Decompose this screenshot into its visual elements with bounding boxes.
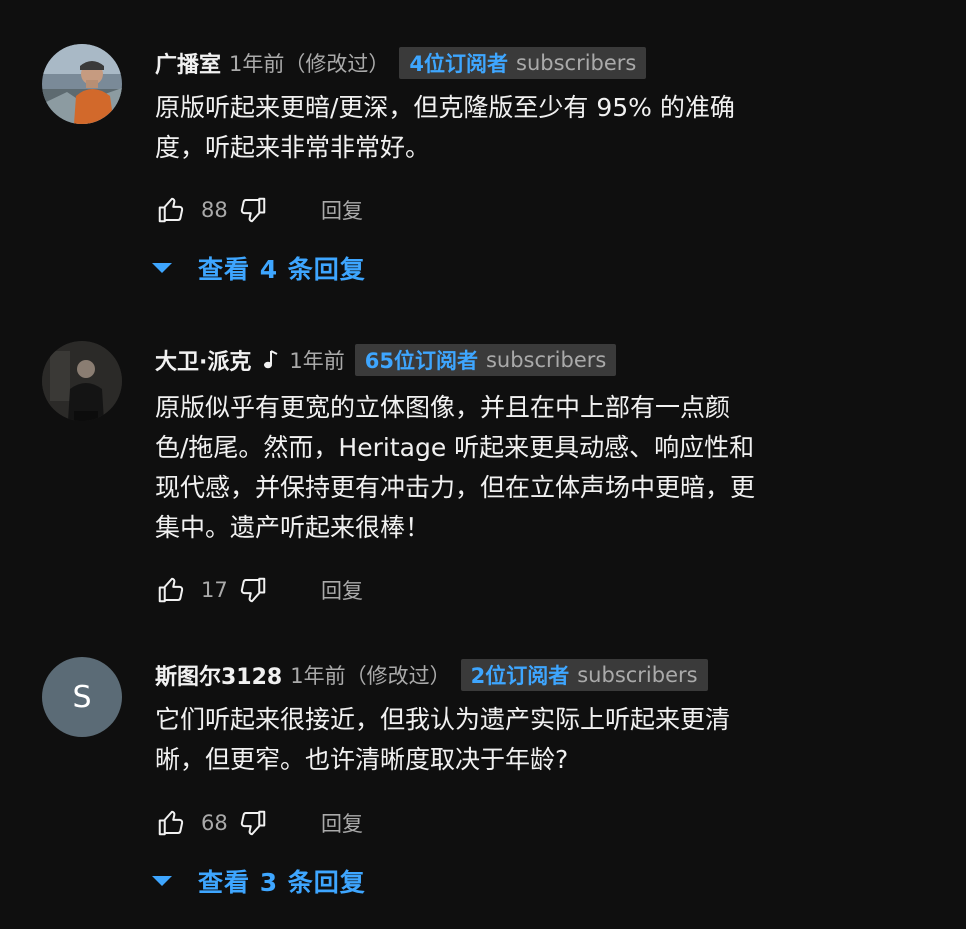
badge-count: 4位订阅者: [409, 52, 509, 76]
avatar[interactable]: S: [42, 657, 122, 737]
comment-text: 它们听起来很接近，但我认为遗产实际上听起来更清 晰，但更窄。也许清晰度取决于年龄…: [155, 705, 731, 774]
subscriber-badge: 4位订阅者 subscribers: [399, 47, 647, 79]
comment-header: 广播室 1年前（修改过） 4位订阅者 subscribers: [155, 46, 647, 80]
badge-unit: subscribers: [485, 348, 607, 372]
dislike-button[interactable]: [237, 807, 269, 839]
user-photo-avatar-icon: [42, 341, 122, 421]
like-count: 17: [201, 578, 228, 602]
caret-down-icon: [150, 869, 174, 893]
thumbs-up-icon: [158, 577, 184, 603]
comment-header: 大卫·派克 1年前 65位订阅者 subscribers: [155, 343, 617, 377]
comment-actions: 68 回复: [155, 803, 363, 843]
timestamp[interactable]: 1年前（修改过）: [290, 660, 450, 690]
thumbs-up-icon: [158, 810, 184, 836]
author-name[interactable]: 广播室: [155, 47, 221, 79]
music-note-icon: [263, 348, 281, 372]
comment-text: 原版似乎有更宽的立体图像，并且在中上部有一点颜 色/拖尾。然而，Heritage…: [155, 393, 756, 542]
view-replies-button[interactable]: 查看 3 条回复: [150, 861, 366, 901]
dislike-button[interactable]: [237, 194, 269, 226]
like-button[interactable]: [155, 807, 187, 839]
comment-thread: 广播室 1年前（修改过） 4位订阅者 subscribers 原版听起来更暗/更…: [0, 0, 966, 929]
like-button[interactable]: [155, 574, 187, 606]
author-name[interactable]: 大卫·派克: [155, 344, 251, 376]
subscriber-badge: 65位订阅者 subscribers: [354, 344, 617, 376]
reply-button[interactable]: 回复: [321, 195, 363, 225]
reply-button[interactable]: 回复: [321, 808, 363, 838]
thumbs-down-icon: [240, 197, 266, 223]
thumbs-down-icon: [240, 810, 266, 836]
thumbs-up-icon: [158, 197, 184, 223]
view-replies-label: 查看 4 条回复: [198, 255, 366, 284]
badge-count: 65位订阅者: [364, 349, 478, 373]
view-replies-label: 查看 3 条回复: [198, 868, 366, 897]
comment-header: 斯图尔3128 1年前（修改过） 2位订阅者 subscribers: [155, 658, 708, 692]
avatar[interactable]: [42, 44, 122, 124]
caret-down-icon: [150, 256, 174, 280]
comment-actions: 88 回复: [155, 190, 363, 230]
timestamp[interactable]: 1年前（修改过）: [229, 48, 389, 78]
badge-unit: subscribers: [577, 663, 698, 687]
author-name[interactable]: 斯图尔3128: [155, 659, 282, 691]
timestamp[interactable]: 1年前: [289, 345, 344, 375]
avatar-letter: S: [72, 679, 92, 715]
subscriber-badge: 2位订阅者 subscribers: [460, 659, 708, 691]
thumbs-down-icon: [240, 577, 266, 603]
dislike-button[interactable]: [237, 574, 269, 606]
comment-text: 原版听起来更暗/更深，但克隆版至少有 95% 的准确 度，听起来非常非常好。: [155, 93, 735, 162]
avatar[interactable]: [42, 341, 122, 421]
like-button[interactable]: [155, 194, 187, 226]
reply-button[interactable]: 回复: [321, 575, 363, 605]
badge-unit: subscribers: [516, 51, 637, 75]
user-photo-avatar-icon: [42, 44, 122, 124]
like-count: 68: [201, 811, 228, 835]
like-count: 88: [201, 198, 228, 222]
comment-actions: 17 回复: [155, 570, 363, 610]
view-replies-button[interactable]: 查看 4 条回复: [150, 248, 366, 288]
badge-count: 2位订阅者: [470, 664, 570, 688]
